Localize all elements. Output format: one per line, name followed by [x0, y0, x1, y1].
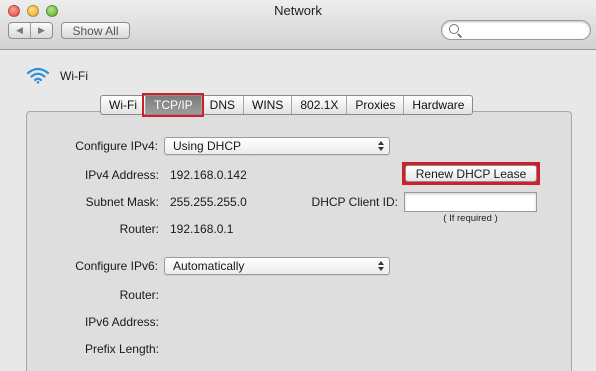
dhcp-client-id-label: DHCP Client ID: [311, 195, 398, 209]
settings-tabs: Wi-Fi TCP/IP DNS WINS 802.1X Proxies Har… [100, 93, 474, 117]
configure-ipv6-popup[interactable]: Automatically [164, 257, 390, 275]
subnet-mask-label: Subnet Mask: [85, 195, 159, 209]
configure-ipv4-popup[interactable]: Using DHCP [164, 137, 390, 155]
if-required-hint: ( If required ) [443, 213, 498, 224]
forward-arrow-icon[interactable]: ▶ [30, 23, 52, 38]
renew-dhcp-lease-button[interactable]: Renew DHCP Lease [402, 162, 540, 185]
tab-dns[interactable]: DNS [200, 96, 243, 114]
configure-ipv4-label: Configure IPv4: [75, 139, 158, 153]
configure-ipv6-label: Configure IPv6: [75, 259, 158, 273]
ipv4-address-value: 192.168.0.142 [170, 168, 247, 182]
popup-arrows-icon [378, 140, 385, 152]
configure-ipv4-value: Using DHCP [173, 139, 242, 153]
tab-wins[interactable]: WINS [243, 96, 291, 114]
ipv4-address-label: IPv4 Address: [84, 168, 159, 182]
search-icon [449, 24, 459, 34]
tab-8021x[interactable]: 802.1X [291, 96, 346, 114]
router-value: 192.168.0.1 [170, 222, 234, 236]
search-field[interactable] [441, 20, 591, 40]
tab-hardware[interactable]: Hardware [403, 96, 472, 114]
show-all-button[interactable]: Show All [61, 22, 130, 39]
back-forward-control: ◀ ▶ [8, 22, 53, 39]
popup-arrows-icon [378, 260, 385, 272]
renew-dhcp-lease-label: Renew DHCP Lease [405, 165, 537, 182]
tab-proxies[interactable]: Proxies [346, 96, 403, 114]
back-arrow-icon[interactable]: ◀ [9, 23, 30, 38]
tab-wifi[interactable]: Wi-Fi [101, 96, 145, 114]
configure-ipv6-value: Automatically [173, 259, 245, 273]
ipv6-address-label: IPv6 Address: [84, 315, 159, 329]
dhcp-client-id-field[interactable] [404, 192, 537, 212]
window-title: Network [274, 3, 322, 18]
interface-name: Wi-Fi [60, 69, 88, 83]
window-toolbar: Network ◀ ▶ Show All [0, 0, 596, 50]
prefix-length-label: Prefix Length: [84, 342, 159, 356]
router-label: Router: [119, 222, 159, 236]
tab-tcpip[interactable]: TCP/IP [142, 93, 204, 117]
wifi-icon [26, 67, 50, 84]
subnet-mask-value: 255.255.255.0 [170, 195, 247, 209]
ipv6-router-label: Router: [119, 288, 159, 302]
